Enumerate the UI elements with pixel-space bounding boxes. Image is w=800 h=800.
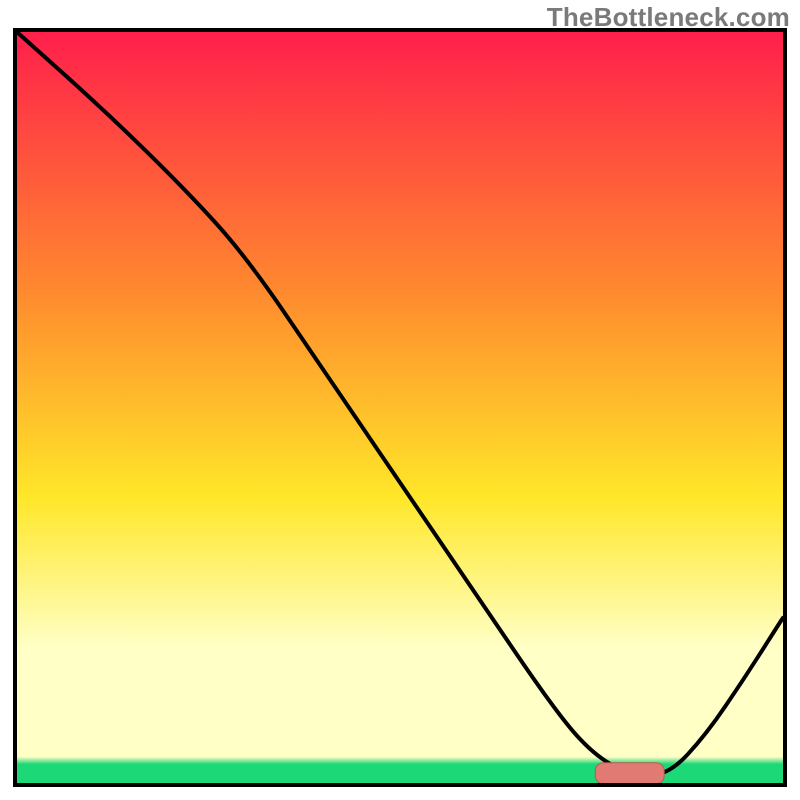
bottom-strip xyxy=(17,771,783,783)
chart-stage: TheBottleneck.com xyxy=(0,0,800,800)
plot-background xyxy=(17,32,783,783)
chart-svg xyxy=(0,0,800,800)
optimum-marker xyxy=(595,763,664,784)
